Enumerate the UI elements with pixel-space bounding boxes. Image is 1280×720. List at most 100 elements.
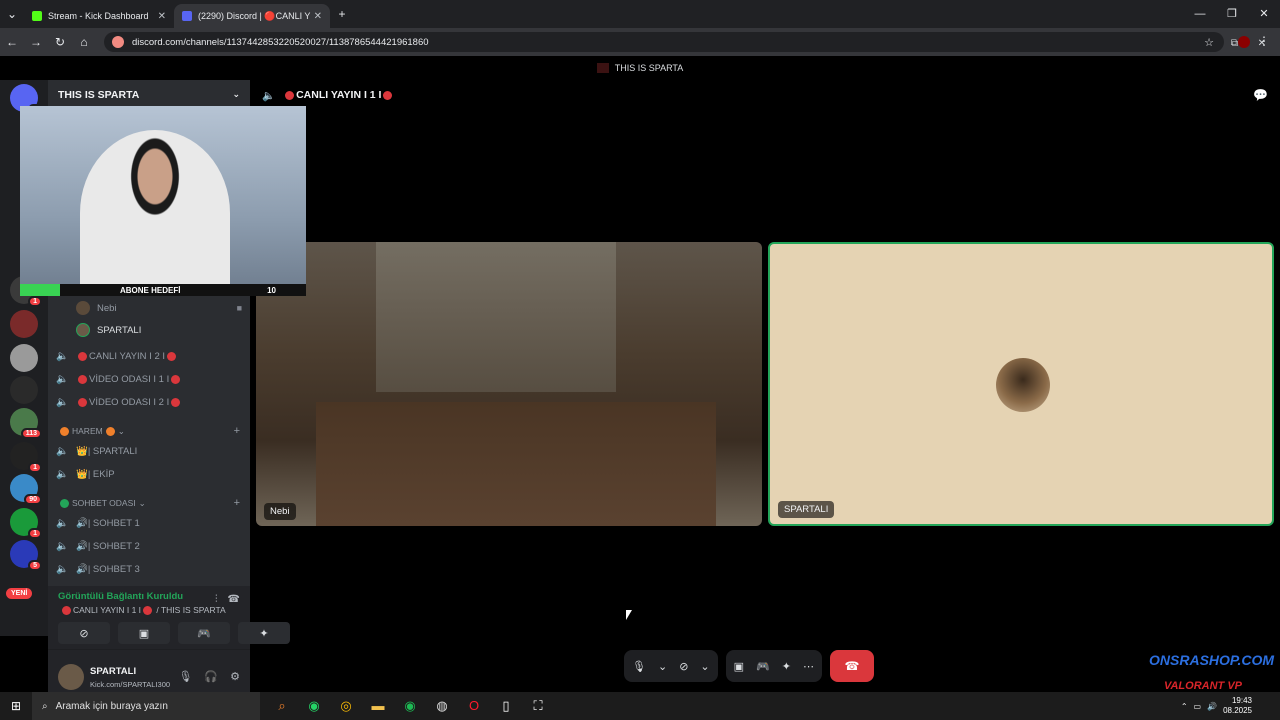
- back-icon[interactable]: ←: [0, 35, 24, 49]
- profile-avatar[interactable]: [1238, 36, 1250, 48]
- server-icon[interactable]: 5: [10, 540, 42, 571]
- minimize-icon[interactable]: —: [1184, 0, 1216, 28]
- site-mic-icon[interactable]: [112, 36, 124, 48]
- file-icon[interactable]: ▯: [496, 698, 516, 714]
- taskbar-apps: ⌕ ◉ ◎ ▬ ◉ ◍ O ▯ ⛶: [272, 698, 548, 714]
- voice-member[interactable]: Nebi ■: [76, 298, 242, 318]
- app-icon[interactable]: ⛶: [528, 698, 548, 714]
- chat-bubble-icon[interactable]: 💬: [1253, 88, 1268, 102]
- soundboard-icon[interactable]: ✦: [782, 660, 791, 673]
- participant-label: Nebi: [264, 503, 296, 520]
- video-tile-spartali[interactable]: SPARTALI: [768, 242, 1274, 526]
- screen-share-icon[interactable]: ▣: [734, 660, 744, 673]
- voice-connection-panel: Görüntülü Bağlantı Kuruldu CANLI YAYIN I…: [48, 586, 290, 650]
- gamepad-icon[interactable]: 🎮: [756, 660, 770, 673]
- video-feed: [316, 402, 716, 526]
- disconnect-button[interactable]: ☎: [829, 650, 874, 682]
- red-circle-icon: [78, 397, 87, 407]
- red-circle-icon: [171, 397, 181, 407]
- tab-search-icon[interactable]: ⌄: [0, 7, 24, 21]
- server-icon[interactable]: 1: [10, 508, 42, 539]
- voice-channel[interactable]: 🔈 👑| EKİP: [56, 464, 242, 484]
- close-icon[interactable]: ✕: [1258, 38, 1266, 49]
- voice-channel[interactable]: 🔈 🔊| SOHBET 2: [56, 536, 242, 556]
- volume-icon[interactable]: 🔊: [1207, 702, 1217, 711]
- chevron-down-icon: ⌄: [117, 425, 125, 436]
- microphone-icon[interactable]: 🎙: [632, 660, 646, 673]
- activity-button[interactable]: 🎮: [178, 622, 230, 644]
- server-icon[interactable]: [10, 344, 38, 372]
- voice-channel[interactable]: 🔈 👑| SPARTALI: [56, 441, 242, 461]
- forward-icon[interactable]: →: [24, 35, 48, 49]
- category-harem[interactable]: HAREM ⌄ +: [60, 423, 240, 439]
- add-channel-icon[interactable]: +: [234, 425, 240, 437]
- category-sohbet[interactable]: SOHBET ODASI ⌄ +: [60, 495, 240, 511]
- more-icon[interactable]: ⋯: [803, 660, 814, 673]
- network-icon[interactable]: ▭: [1194, 702, 1202, 711]
- reload-icon[interactable]: ↻: [48, 35, 72, 49]
- folder-icon[interactable]: ▬: [368, 698, 388, 714]
- windows-taskbar: ⊞ ⌕ Aramak için buraya yazın ⌕ ◉ ◎ ▬ ◉ ◍…: [0, 692, 1280, 720]
- voice-status[interactable]: Görüntülü Bağlantı Kuruldu: [58, 591, 183, 602]
- new-tab-button[interactable]: +: [330, 7, 354, 21]
- disconnect-icon[interactable]: ☎: [228, 594, 240, 605]
- voice-channel[interactable]: 🔈 🔊| SOHBET 1: [56, 513, 242, 533]
- voice-channel[interactable]: 🔈 VİDEO ODASI I 2 I: [56, 392, 242, 412]
- windows-start-icon[interactable]: ⊞: [0, 699, 32, 713]
- screen-share-button[interactable]: ▣: [118, 622, 170, 644]
- popout-icon[interactable]: ⧉: [1231, 38, 1238, 49]
- activity-group: ▣ 🎮 ✦ ⋯: [725, 650, 822, 682]
- close-tab-icon[interactable]: ✕: [158, 11, 166, 22]
- voice-channel-link[interactable]: CANLI YAYIN I 1 I / THIS IS SPARTA: [60, 605, 226, 616]
- opera-icon[interactable]: O: [464, 698, 484, 714]
- server-icon[interactable]: 113: [10, 408, 42, 439]
- video-feed: [376, 242, 616, 392]
- spotify-icon[interactable]: ◉: [400, 698, 420, 714]
- obs-icon[interactable]: ◍: [432, 698, 452, 714]
- window-controls: — ❐ ✕: [1184, 0, 1280, 28]
- microphone-icon[interactable]: 🎙: [178, 670, 192, 683]
- restore-icon[interactable]: ❐: [1216, 0, 1248, 28]
- voice-member[interactable]: SPARTALI: [76, 320, 242, 340]
- home-icon[interactable]: ⌂: [72, 35, 96, 49]
- camera-off-icon[interactable]: ⊘: [679, 660, 688, 673]
- voice-action-buttons: ⊘ ▣ 🎮 ✦: [58, 622, 290, 644]
- chevron-down-icon[interactable]: ⌄: [700, 660, 709, 673]
- user-controls: 🎙 🎧 ⚙: [178, 670, 240, 683]
- voice-channel[interactable]: 🔈 VİDEO ODASI I 1 I: [56, 369, 242, 389]
- close-window-icon[interactable]: ✕: [1248, 0, 1280, 28]
- search-icon: ⌕: [42, 700, 48, 712]
- participant-avatar: [996, 358, 1050, 412]
- tab-discord[interactable]: (2290) Discord | 🔴CANLI Y ✕: [174, 4, 330, 28]
- add-channel-icon[interactable]: +: [234, 497, 240, 509]
- noise-suppression-icon[interactable]: ⫶: [215, 594, 218, 605]
- user-avatar[interactable]: [58, 664, 84, 690]
- server-icon[interactable]: 90: [10, 474, 42, 505]
- brand-watermark: ONSRASHOP.COM: [1149, 652, 1274, 668]
- whatsapp-icon[interactable]: ◉: [304, 698, 324, 714]
- url-field[interactable]: discord.com/channels/1137442853220520027…: [104, 32, 1224, 52]
- bookmark-star-icon[interactable]: ☆: [1204, 36, 1214, 49]
- voice-channel[interactable]: 🔈 CANLI YAYIN I 2 I: [56, 346, 242, 366]
- tab-kick-dashboard[interactable]: Stream - Kick Dashboard ✕: [24, 4, 174, 28]
- voice-channel[interactable]: 🔈 🔊| SOHBET 3: [56, 559, 242, 579]
- address-bar-row: ← → ↻ ⌂ discord.com/channels/11374428532…: [0, 28, 1280, 56]
- soundboard-button[interactable]: ✦: [238, 622, 290, 644]
- gear-icon[interactable]: ⚙: [230, 670, 240, 683]
- server-icon[interactable]: [10, 310, 38, 338]
- new-badge[interactable]: YENİ: [6, 588, 33, 599]
- search-app-icon[interactable]: ⌕: [272, 698, 292, 714]
- clock[interactable]: 19:43 08.2025: [1223, 696, 1252, 716]
- headphones-icon[interactable]: 🎧: [204, 670, 218, 683]
- red-circle-icon: [285, 90, 295, 100]
- camera-off-button[interactable]: ⊘: [58, 622, 110, 644]
- speaker-icon: 🔈: [56, 517, 69, 529]
- server-icon[interactable]: [10, 376, 38, 404]
- chrome-icon[interactable]: ◎: [336, 698, 356, 714]
- chevron-down-icon[interactable]: ⌄: [658, 660, 667, 673]
- taskbar-search[interactable]: ⌕ Aramak için buraya yazın: [32, 692, 260, 720]
- chevron-up-icon[interactable]: ⌃: [1181, 702, 1188, 711]
- video-tile-nebi[interactable]: Nebi: [256, 242, 762, 526]
- server-icon[interactable]: 1: [10, 442, 42, 473]
- close-tab-icon[interactable]: ✕: [314, 11, 322, 22]
